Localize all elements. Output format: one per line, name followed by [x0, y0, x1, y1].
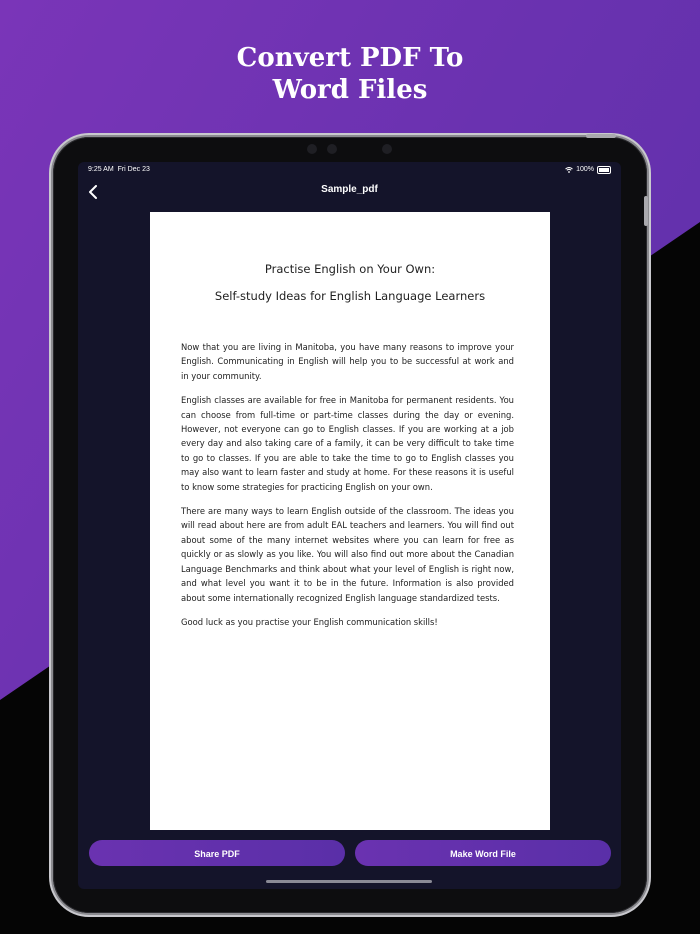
camera-icon [327, 144, 337, 154]
headline-line-2: Word Files [272, 75, 428, 105]
status-bar: 9:25 AM Fri Dec 23 100% [78, 162, 621, 178]
document-subtitle: Self-study Ideas for English Language Le… [214, 289, 486, 303]
document-paragraph: Good luck as you practise your English c… [181, 616, 438, 627]
promo-headline: Convert PDF To Word Files [0, 42, 700, 106]
navbar: Sample_pdf [78, 180, 621, 204]
status-right: 100% [565, 162, 611, 178]
status-time: 9:25 AM [88, 166, 114, 173]
document-paragraph: English classes are available for free i… [181, 395, 514, 492]
document-title: Practise English on Your Own: [264, 262, 436, 276]
camera-icon [307, 144, 317, 154]
status-date: Fri Dec 23 [117, 166, 150, 173]
document-paragraph: There are many ways to learn English out… [181, 506, 514, 603]
camera-icon [382, 144, 392, 154]
tablet-side-button [644, 196, 648, 226]
battery-icon [597, 166, 611, 174]
make-word-file-button[interactable]: Make Word File [355, 840, 611, 866]
document-paragraph: Now that you are living in Manitoba, you… [181, 342, 514, 381]
page-title: Sample_pdf [321, 184, 378, 195]
wifi-icon [565, 167, 573, 173]
home-indicator[interactable] [266, 880, 432, 883]
tablet-top-button [586, 134, 616, 138]
status-time-date: 9:25 AM Fri Dec 23 [88, 162, 150, 178]
headline-line-1: Convert PDF To [236, 43, 464, 73]
battery-percent: 100% [576, 166, 594, 173]
pdf-page[interactable]: Practise English on Your Own: Self-study… [150, 212, 550, 830]
share-pdf-button[interactable]: Share PDF [89, 840, 345, 866]
app-screen: 9:25 AM Fri Dec 23 100% Sample_pdf Pract… [78, 162, 621, 889]
document-body: Now that you are living in Manitoba, you… [181, 340, 514, 639]
